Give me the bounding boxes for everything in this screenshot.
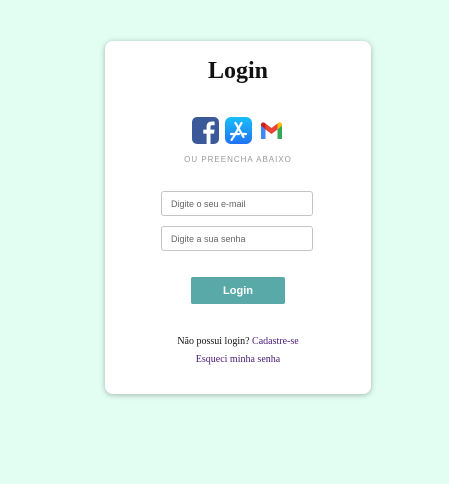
social-login-row — [105, 117, 371, 144]
signup-prompt: Não possui login? — [177, 336, 253, 347]
email-field[interactable] — [161, 191, 313, 216]
signup-link[interactable]: Cadastre-se — [252, 336, 299, 347]
signup-line: Não possui login? Cadastre-se — [105, 336, 371, 347]
divider-text: OU PREENCHA ABAIXO — [184, 155, 292, 164]
login-button[interactable]: Login — [191, 277, 285, 304]
app-store-icon[interactable] — [224, 117, 252, 144]
forgot-line: Esqueci minha senha — [105, 354, 371, 365]
forgot-password-link[interactable]: Esqueci minha senha — [196, 354, 280, 365]
password-field[interactable] — [161, 226, 313, 251]
gmail-icon[interactable] — [257, 117, 285, 144]
page-title: Login — [207, 58, 269, 84]
login-card: Login OU PREENCHA ABAIXO Digite o seu e-… — [105, 41, 371, 394]
facebook-icon[interactable] — [191, 117, 219, 144]
